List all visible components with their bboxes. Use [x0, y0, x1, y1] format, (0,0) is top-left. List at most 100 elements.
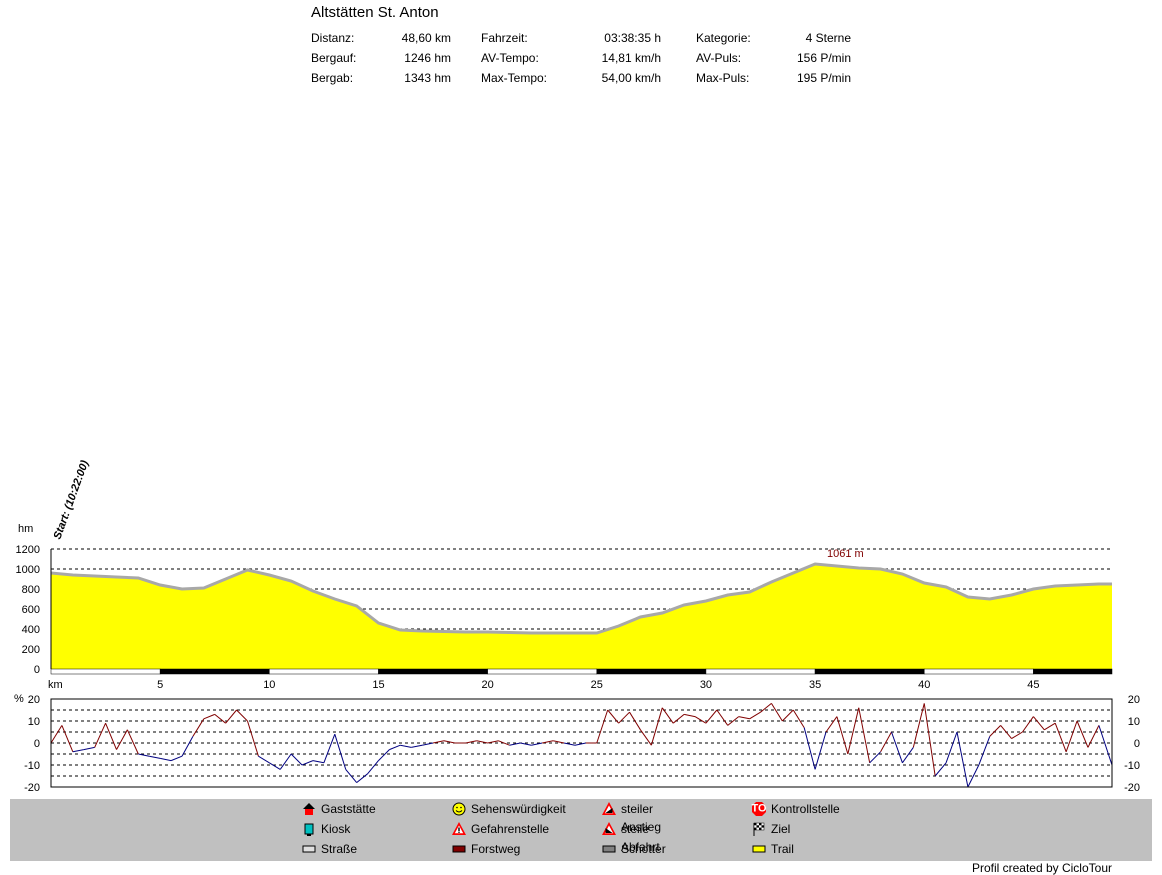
gradient-segment: [72, 749, 84, 753]
gradient-segment: [825, 716, 838, 733]
distance-tick-label: 5: [157, 679, 163, 691]
gradient-tick-label-left: -20: [24, 782, 40, 794]
gradient-segment: [50, 725, 63, 744]
gradient-segment: [1065, 720, 1078, 752]
gradient-segment: [126, 729, 139, 755]
gradient-segment: [716, 709, 729, 726]
finish-flag-icon: [751, 821, 767, 837]
steep-descent-icon: [601, 821, 617, 837]
gradient-segment: [203, 713, 215, 720]
gradient-segment: [1054, 723, 1067, 752]
gradient-segment: [912, 703, 925, 748]
distance-tick-label: 20: [482, 679, 494, 691]
gradient-segment: [105, 723, 117, 750]
legend: Gaststätte Kiosk Straße Sehenswürdigkeit Gef…: [10, 799, 1152, 861]
gradient-segment: [738, 716, 750, 720]
gradient-segment: [902, 747, 914, 764]
gradient-segment: [290, 753, 303, 766]
distance-band-segment: [596, 668, 707, 675]
road-swatch-icon: [301, 841, 317, 857]
gradient-tick-label-right: -10: [1124, 760, 1140, 772]
gradient-segment: [1011, 731, 1023, 740]
gradient-segment: [323, 734, 336, 763]
gravel-swatch-icon: [601, 841, 617, 857]
distance-band-segment: [705, 668, 816, 675]
legend-label: Ziel: [771, 822, 791, 836]
elevation-tick-label: 600: [22, 604, 40, 616]
elevation-tick-label: 400: [22, 624, 40, 636]
svg-text:STOP: STOP: [751, 803, 767, 815]
legend-label: Gefahrenstelle: [471, 822, 550, 836]
gradient-segment: [367, 760, 379, 775]
distance-band-segment: [378, 668, 488, 675]
distance-tick-label: 30: [700, 679, 712, 691]
legend-label: Kontrollstelle: [771, 802, 840, 816]
gradient-segment: [83, 746, 95, 751]
distance-tick-label: 25: [591, 679, 603, 691]
gradient-tick-label-right: 0: [1134, 738, 1140, 750]
gradient-segment: [760, 703, 772, 713]
gradient-segment: [945, 731, 958, 763]
distance-tick-label: 15: [372, 679, 384, 691]
stop-icon: STOP: [744, 801, 774, 817]
distance-band-segment: [269, 668, 379, 675]
gradient-segment: [170, 755, 183, 762]
legend-label: Sehenswürdigkeit: [471, 802, 566, 816]
gradient-segment: [803, 727, 816, 770]
gradient-segment: [989, 725, 1002, 737]
elevation-tick-label: 1000: [16, 564, 40, 576]
gradient-segment: [356, 773, 368, 783]
elevation-tick-label: 200: [22, 644, 40, 656]
gradient-segment: [891, 731, 903, 763]
gradient-segment: [553, 740, 565, 744]
elevation-area: [51, 564, 1112, 669]
legend-label: Forstweg: [471, 842, 521, 856]
gradient-tick-label-left: 20: [28, 694, 40, 706]
gradient-segment: [236, 709, 248, 722]
elevation-gradient-chart: 1200100080060040020005 10 15 20 25 30 35 40 45 2…: [14, 458, 1140, 794]
gradient-segment: [1033, 716, 1045, 731]
distance-band-segment: [814, 668, 925, 675]
gradient-tick-label-left: -10: [24, 760, 40, 772]
elevation-axis-label: hm: [18, 523, 33, 535]
gradient-segment: [836, 716, 849, 755]
start-label: Start: (10:22:00): [52, 458, 92, 541]
gradient-tick-label-right: 10: [1128, 716, 1140, 728]
gradient-segment: [1098, 725, 1113, 766]
gradient-segment: [94, 722, 107, 748]
trail-swatch-icon: [751, 841, 767, 857]
gradient-segment: [618, 711, 630, 724]
elevation-tick-label: 800: [22, 584, 40, 596]
gradient-segment: [389, 744, 401, 751]
gradient-segment: [792, 709, 805, 728]
distance-band-segment: [159, 668, 270, 675]
distance-tick-label: 10: [263, 679, 275, 691]
gradient-segment: [160, 757, 172, 762]
gradient-segment: [400, 744, 412, 748]
gradient-segment: [847, 707, 860, 755]
distance-tick-label: 35: [809, 679, 821, 691]
gradient-segment: [781, 709, 794, 722]
gasthouse-icon: [301, 801, 317, 817]
gradient-segment: [771, 703, 783, 722]
gradient-segment: [629, 711, 641, 731]
legend-label: Kiosk: [321, 822, 351, 836]
distance-band-segment: [487, 668, 598, 675]
gradient-segment: [378, 749, 390, 761]
gradient-segment: [279, 753, 292, 770]
smiley-icon: [451, 801, 467, 817]
gradient-tick-label-right: -20: [1124, 782, 1140, 794]
gradient-segment: [1000, 725, 1012, 739]
gradient-segment: [650, 707, 663, 746]
gradient-segment: [312, 760, 324, 764]
gradient-segment: [749, 711, 761, 720]
gradient-segment: [301, 760, 314, 766]
gradient-segment: [694, 716, 707, 724]
elevation-tick-label: 0: [34, 664, 40, 676]
steep-ascent-icon: [601, 801, 617, 817]
gradient-segment: [181, 736, 194, 757]
gradient-segment: [596, 709, 609, 744]
gradient-segment: [956, 731, 969, 788]
kiosk-icon: [301, 821, 317, 837]
gradient-tick-label-left: 0: [34, 738, 40, 750]
